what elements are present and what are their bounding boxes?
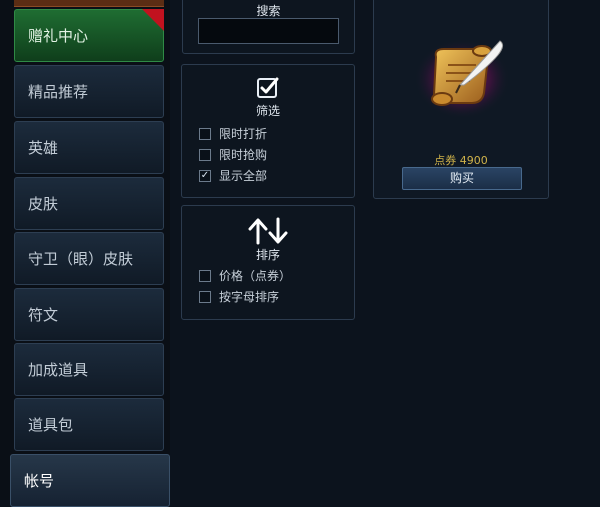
search-title: 搜索 [256, 4, 281, 18]
sort-option-label: 价格（点券） [219, 269, 292, 283]
sidebar-item-label: 加成道具 [28, 361, 89, 379]
filter-checkmark-icon [182, 76, 354, 104]
checkbox-checked[interactable]: ✓ [199, 169, 211, 182]
sort-arrows-icon [182, 217, 354, 249]
sort-panel: 排序 价格（点券） 按字母排序 [181, 205, 355, 320]
sidebar-item-label: 精品推荐 [28, 83, 89, 101]
filter-option-show-all[interactable]: ✓ 显示全部 [199, 167, 267, 184]
filter-option-flash-sale[interactable]: 限时抢购 [199, 146, 267, 163]
sort-option-price[interactable]: 价格（点券） [199, 267, 291, 284]
checkbox[interactable] [199, 148, 211, 161]
sidebar-item-bundles[interactable]: 道具包 [14, 398, 164, 451]
filter-option-label: 限时抢购 [219, 148, 268, 162]
sidebar-item-label: 皮肤 [28, 195, 59, 213]
sidebar-item-label: 英雄 [28, 139, 59, 157]
category-sidebar: 赠礼中心 精品推荐 英雄 皮肤 守卫（眼）皮肤 符文 加成道具 道具包 帐号 [0, 0, 170, 507]
sidebar-item-label: 守卫（眼）皮肤 [28, 250, 134, 268]
filter-title: 筛选 [255, 104, 280, 118]
search-input[interactable] [198, 18, 339, 44]
buy-button[interactable]: 购买 [402, 167, 522, 190]
sidebar-top-strip [14, 0, 164, 7]
checkbox[interactable] [199, 269, 211, 282]
price-label: 点券 4900 [434, 154, 488, 167]
sidebar-item-gift-center[interactable]: 赠礼中心 [14, 9, 164, 62]
scroll-quill-icon [412, 35, 512, 119]
sidebar-item-runes[interactable]: 符文 [14, 288, 164, 341]
sidebar-item-skins[interactable]: 皮肤 [14, 177, 164, 230]
filter-option-label: 显示全部 [219, 169, 268, 183]
sidebar-item-ward-skins[interactable]: 守卫（眼）皮肤 [14, 232, 164, 285]
checkbox[interactable] [199, 290, 211, 303]
sidebar-item-label: 符文 [28, 306, 59, 324]
search-panel: 搜索 [182, 0, 355, 54]
sidebar-item-label: 道具包 [28, 416, 74, 434]
sidebar-item-label: 赠礼中心 [28, 27, 89, 45]
filter-panel: 筛选 限时打折 限时抢购 ✓ 显示全部 [181, 64, 355, 198]
sidebar-item-label: 帐号 [24, 472, 55, 490]
filter-option-label: 限时打折 [219, 127, 268, 141]
product-card[interactable]: 点券 4900 购买 [373, 0, 549, 199]
filter-option-limited-discount[interactable]: 限时打折 [199, 125, 267, 142]
sort-title: 排序 [255, 248, 280, 262]
checkmark-icon: ✓ [200, 169, 210, 181]
new-ribbon-icon [142, 9, 164, 31]
checkbox[interactable] [199, 127, 211, 140]
sidebar-item-boosts[interactable]: 加成道具 [14, 343, 164, 396]
sort-option-alphabetical[interactable]: 按字母排序 [199, 288, 279, 305]
sidebar-item-account[interactable]: 帐号 [10, 454, 170, 507]
sort-option-label: 按字母排序 [219, 290, 280, 304]
sidebar-item-featured[interactable]: 精品推荐 [14, 65, 164, 118]
sidebar-item-champions[interactable]: 英雄 [14, 121, 164, 174]
